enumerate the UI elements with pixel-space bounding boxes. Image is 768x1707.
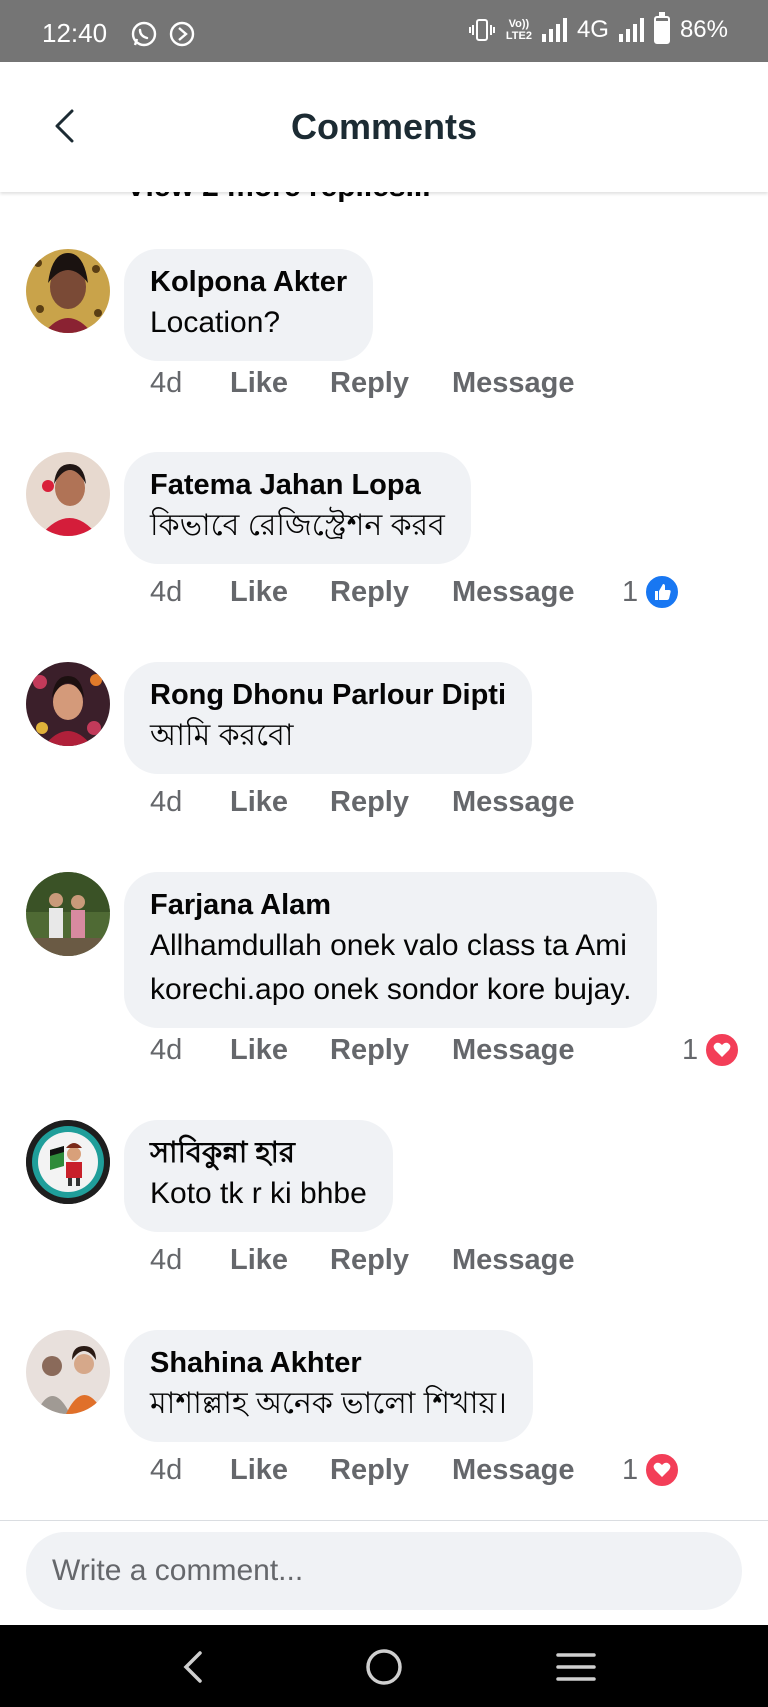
reply-button[interactable]: Reply <box>330 367 452 400</box>
like-button[interactable]: Like <box>230 367 330 400</box>
signal-icon-1 <box>541 18 567 42</box>
comment-age: 4d <box>150 1244 183 1276</box>
message-button[interactable]: Message <box>452 576 575 609</box>
comment-input[interactable] <box>26 1532 742 1610</box>
comment-text: Location? <box>150 306 281 339</box>
comment-author[interactable]: Fatema Jahan Lopa <box>150 466 445 504</box>
comment-text: Koto tk r ki bhbe <box>150 1177 367 1210</box>
nav-home-icon <box>366 1649 402 1685</box>
message-button[interactable]: Message <box>452 786 575 819</box>
avatar[interactable] <box>26 662 110 746</box>
view-more-replies-link[interactable]: View 2 more replies... <box>126 192 431 204</box>
heart-icon <box>704 1032 741 1068</box>
reaction-count: 1 <box>622 1453 639 1486</box>
avatar[interactable] <box>26 249 110 333</box>
comment-bubble[interactable]: Fatema Jahan Lopa কিভাবে রেজিস্ট্রেশন কর… <box>124 452 471 564</box>
like-button[interactable]: Like <box>230 576 330 609</box>
comment-actions: 4d Like Reply Message <box>150 786 575 819</box>
status-bar: 12:40 Vo)) LTE2 4G 86% <box>0 0 768 62</box>
avatar[interactable] <box>26 1120 110 1204</box>
comment-actions: 4d Like Reply Message <box>150 367 575 400</box>
like-button[interactable]: Like <box>230 1034 330 1067</box>
page-title: Comments <box>290 106 478 147</box>
message-button[interactable]: Message <box>452 367 575 400</box>
avatar[interactable] <box>26 452 110 536</box>
composer-divider <box>0 1520 768 1521</box>
system-nav-bar <box>0 1625 768 1707</box>
comment-text: মাশাল্লাহ অনেক ভালো শিখায়। <box>150 1387 507 1420</box>
comment-actions: 4d Like Reply Message <box>150 1034 575 1067</box>
vibrate-icon <box>468 19 495 41</box>
comment-text: আমি করবো <box>150 719 294 752</box>
like-button[interactable]: Like <box>230 786 330 819</box>
comment-age: 4d <box>150 1454 183 1486</box>
comment-author[interactable]: সাবিকুন্না হার <box>150 1134 367 1172</box>
nav-back-button[interactable] <box>170 1645 214 1689</box>
reply-button[interactable]: Reply <box>330 1244 452 1277</box>
comment-text-line-1: Allhamdullah onek valo class ta Ami <box>150 929 627 962</box>
message-button[interactable]: Message <box>452 1244 575 1277</box>
like-icon <box>644 574 681 610</box>
avatar[interactable] <box>26 872 110 956</box>
nav-menu-icon <box>556 1653 596 1681</box>
nav-home-button[interactable] <box>362 1645 406 1689</box>
reaction-summary[interactable]: 1 <box>622 574 681 610</box>
reply-button[interactable]: Reply <box>330 576 452 609</box>
reaction-count: 1 <box>682 1033 699 1066</box>
status-notification-icons <box>130 20 196 48</box>
reply-button[interactable]: Reply <box>330 786 452 819</box>
comment-age: 4d <box>150 576 183 608</box>
like-button[interactable]: Like <box>230 1244 330 1277</box>
comment-text: কিভাবে রেজিস্ট্রেশন করব <box>150 509 445 542</box>
sync-icon <box>169 21 195 47</box>
status-time: 12:40 <box>42 18 108 48</box>
comment-author[interactable]: Kolpona Akter <box>150 263 347 301</box>
heart-icon <box>644 1452 681 1488</box>
comment-author[interactable]: Rong Dhonu Parlour Dipti <box>150 676 506 714</box>
like-button[interactable]: Like <box>230 1454 330 1487</box>
comments-list: View 2 more replies... Kolpona Akter Loc… <box>0 192 768 1520</box>
reply-button[interactable]: Reply <box>330 1034 452 1067</box>
comment-bubble[interactable]: Rong Dhonu Parlour Dipti আমি করবো <box>124 662 533 774</box>
comment-age: 4d <box>150 1034 183 1066</box>
comment-bubble[interactable]: Kolpona Akter Location? <box>124 249 374 361</box>
comment-text-line-2: korechi.apo onek sondor kore bujay. <box>150 973 632 1006</box>
comment-bubble[interactable]: সাবিকুন্না হার Koto tk r ki bhbe <box>124 1120 393 1232</box>
message-button[interactable]: Message <box>452 1034 575 1067</box>
status-right-group: Vo)) LTE2 4G 86% <box>468 12 728 44</box>
message-button[interactable]: Message <box>452 1454 575 1487</box>
battery-icon <box>653 12 670 44</box>
comment-actions: 4d Like Reply Message <box>150 1244 575 1277</box>
comment-author[interactable]: Shahina Akhter <box>150 1344 507 1382</box>
nav-back-icon <box>183 1651 202 1683</box>
comment-composer[interactable] <box>26 1532 742 1610</box>
comment-author[interactable]: Farjana Alam <box>150 886 631 924</box>
comment-age: 4d <box>150 786 183 818</box>
header: Comments <box>0 62 768 192</box>
avatar[interactable] <box>26 1330 110 1414</box>
reaction-summary[interactable]: 1 <box>622 1452 681 1488</box>
comment-actions: 4d Like Reply Message <box>150 576 575 609</box>
reply-button[interactable]: Reply <box>330 1454 452 1487</box>
comment-age: 4d <box>150 367 183 399</box>
comment-bubble[interactable]: Shahina Akhter মাশাল্লাহ অনেক ভালো শিখায… <box>124 1330 533 1442</box>
comment-bubble[interactable]: Farjana Alam Allhamdullah onek valo clas… <box>124 872 658 1028</box>
signal-icon-2 <box>618 18 644 42</box>
nav-menu-button[interactable] <box>554 1645 598 1689</box>
volte-label: Vo)) LTE2 <box>505 18 532 42</box>
whatsapp-icon <box>131 21 157 47</box>
battery-percent: 86% <box>679 16 728 43</box>
comment-actions: 4d Like Reply Message <box>150 1454 575 1487</box>
reaction-summary[interactable]: 1 <box>682 1032 741 1068</box>
network-type: 4G <box>576 16 609 43</box>
reaction-count: 1 <box>622 575 639 608</box>
